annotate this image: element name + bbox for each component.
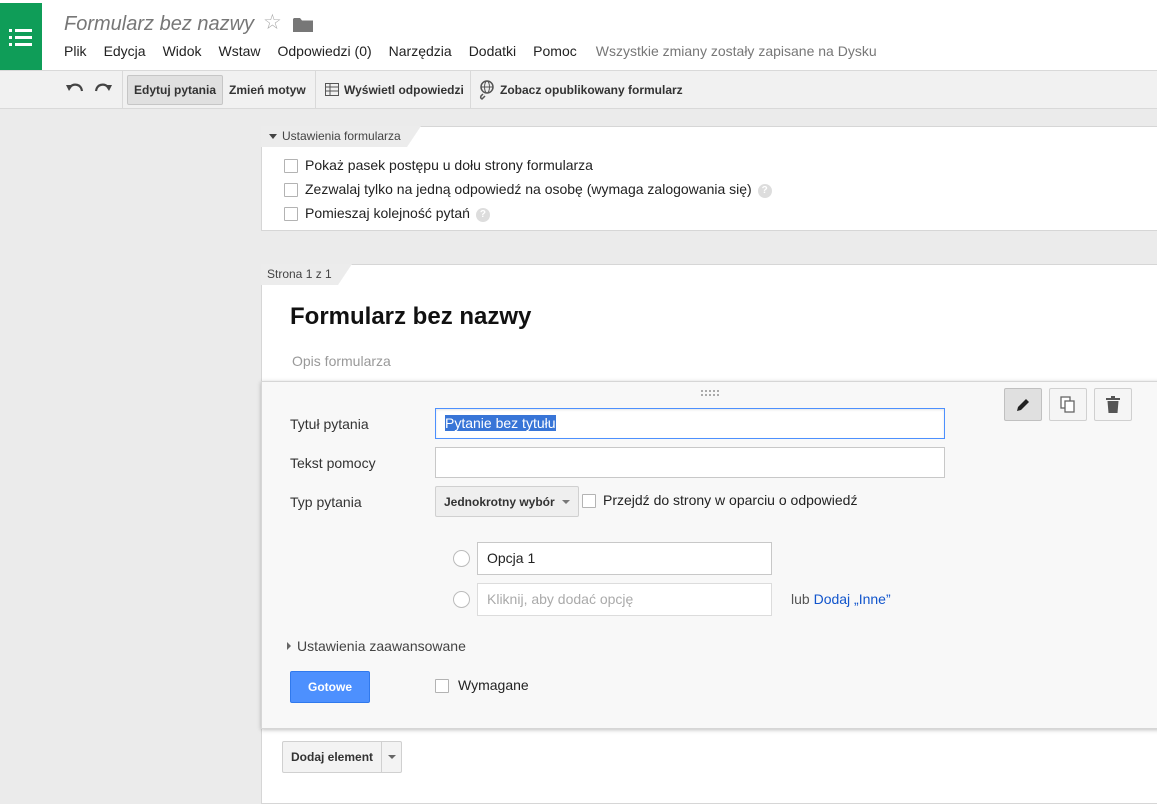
help-text-input[interactable] xyxy=(435,447,945,478)
form-settings-header[interactable]: Ustawienia formularza xyxy=(261,126,421,147)
required-label: Wymagane xyxy=(458,677,529,693)
question-type-label: Typ pytania xyxy=(290,494,362,510)
chevron-down-icon xyxy=(387,755,396,759)
page-navigation-label: Przejdź do strony w oparciu o odpowiedź xyxy=(603,492,858,508)
page-header: Strona 1 z 1 xyxy=(261,264,352,285)
toolbar-separator xyxy=(315,71,316,108)
progress-bar-label: Pokaż pasek postępu u dołu strony formul… xyxy=(305,157,593,173)
option-radio xyxy=(453,591,470,608)
help-text-label: Tekst pomocy xyxy=(290,455,376,471)
question-title-label: Tytuł pytania xyxy=(290,416,369,432)
form-settings-panel: Ustawienia formularza Pokaż pasek postęp… xyxy=(261,126,1157,231)
edit-questions-button[interactable]: Edytuj pytania xyxy=(127,71,224,108)
expand-caret-icon xyxy=(287,642,291,650)
form-description-input[interactable]: Opis formularza xyxy=(292,353,391,369)
view-responses-label: Wyświetl odpowiedzi xyxy=(344,82,464,97)
help-icon[interactable]: ? xyxy=(475,208,490,222)
option-radio xyxy=(453,550,470,567)
form-settings-title: Ustawienia formularza xyxy=(282,129,401,143)
menu-edit[interactable]: Edycja xyxy=(104,43,146,63)
done-button[interactable]: Gotowe xyxy=(290,671,370,703)
dropdown-caret-icon xyxy=(561,499,570,504)
menu-insert[interactable]: Wstaw xyxy=(219,43,261,63)
add-item-button[interactable]: Dodaj element xyxy=(282,741,403,773)
shuffle-questions-label: Pomieszaj kolejność pytań? xyxy=(305,205,490,222)
document-title[interactable]: Formularz bez nazwy xyxy=(64,13,254,36)
redo-icon[interactable] xyxy=(94,82,112,96)
menu-bar: Plik Edycja Widok Wstaw Odpowiedzi (0) N… xyxy=(64,43,877,63)
menu-view[interactable]: Widok xyxy=(163,43,202,63)
view-responses-button[interactable]: Wyświetl odpowiedzi xyxy=(325,71,464,108)
folder-icon[interactable] xyxy=(293,17,313,33)
change-theme-label: Zmień motyw xyxy=(229,82,306,97)
change-theme-button[interactable]: Zmień motyw xyxy=(229,71,306,108)
shuffle-questions-checkbox[interactable] xyxy=(284,207,298,221)
list-icon xyxy=(9,29,32,46)
add-other-link[interactable]: Dodaj „Inne” xyxy=(814,591,891,607)
duplicate-icon xyxy=(1060,395,1075,413)
add-item-dropdown[interactable] xyxy=(382,742,401,772)
or-text: lub xyxy=(791,591,810,607)
toolbar: Edytuj pytania Zmień motyw Wyświetl odpo… xyxy=(0,70,1157,109)
duplicate-question-button[interactable] xyxy=(1049,388,1087,421)
menu-tools[interactable]: Narzędzia xyxy=(389,43,452,63)
add-item-label: Dodaj element xyxy=(283,742,383,772)
trash-icon xyxy=(1106,396,1120,413)
menu-help[interactable]: Pomoc xyxy=(533,43,577,63)
form-title[interactable]: Formularz bez nazwy xyxy=(290,303,531,331)
edit-question-button[interactable] xyxy=(1004,388,1042,421)
one-response-label: Zezwalaj tylko na jedną odpowiedź na oso… xyxy=(305,181,772,198)
star-icon[interactable]: ☆ xyxy=(263,12,282,33)
edit-questions-label: Edytuj pytania xyxy=(127,74,224,105)
add-other-row: lub Dodaj „Inne” xyxy=(791,591,891,607)
forms-app-logo[interactable] xyxy=(0,3,42,70)
question-editor: Tytuł pytania Pytanie bez tytułu Tekst p… xyxy=(261,381,1157,729)
app-header: Formularz bez nazwy ☆ Plik Edycja Widok … xyxy=(0,0,1157,70)
advanced-settings-label: Ustawienia zaawansowane xyxy=(297,638,466,654)
required-checkbox[interactable] xyxy=(435,679,449,693)
view-published-form-button[interactable]: Zobacz opublikowany formularz xyxy=(479,71,683,108)
spreadsheet-icon xyxy=(325,83,339,96)
question-title-input[interactable]: Pytanie bez tytułu xyxy=(435,408,945,439)
add-option-input[interactable]: Kliknij, aby dodać opcję xyxy=(477,583,772,616)
globe-link-icon xyxy=(479,79,494,100)
question-type-value: Jednokrotny wybór xyxy=(444,494,555,509)
delete-question-button[interactable] xyxy=(1094,388,1132,421)
question-type-select[interactable]: Jednokrotny wybór xyxy=(435,486,579,517)
save-status: Wszystkie zmiany zostały zapisane na Dys… xyxy=(595,43,877,59)
collapse-caret-icon xyxy=(269,134,277,139)
option-1-input[interactable]: Opcja 1 xyxy=(477,542,772,575)
menu-responses[interactable]: Odpowiedzi (0) xyxy=(278,43,372,63)
menu-file[interactable]: Plik xyxy=(64,43,87,63)
progress-bar-checkbox[interactable] xyxy=(284,159,298,173)
pencil-icon xyxy=(1017,398,1029,411)
help-icon[interactable]: ? xyxy=(757,184,772,198)
page-navigation-checkbox[interactable] xyxy=(582,494,596,508)
menu-addons[interactable]: Dodatki xyxy=(469,43,516,63)
question-title-value: Pytanie bez tytułu xyxy=(445,415,556,431)
toolbar-separator xyxy=(470,71,471,108)
advanced-settings-toggle[interactable]: Ustawienia zaawansowane xyxy=(287,638,466,654)
undo-icon[interactable] xyxy=(66,82,84,96)
toolbar-separator xyxy=(122,71,123,108)
view-published-form-label: Zobacz opublikowany formularz xyxy=(500,82,683,97)
one-response-checkbox[interactable] xyxy=(284,183,298,197)
drag-handle-icon[interactable] xyxy=(701,390,721,396)
